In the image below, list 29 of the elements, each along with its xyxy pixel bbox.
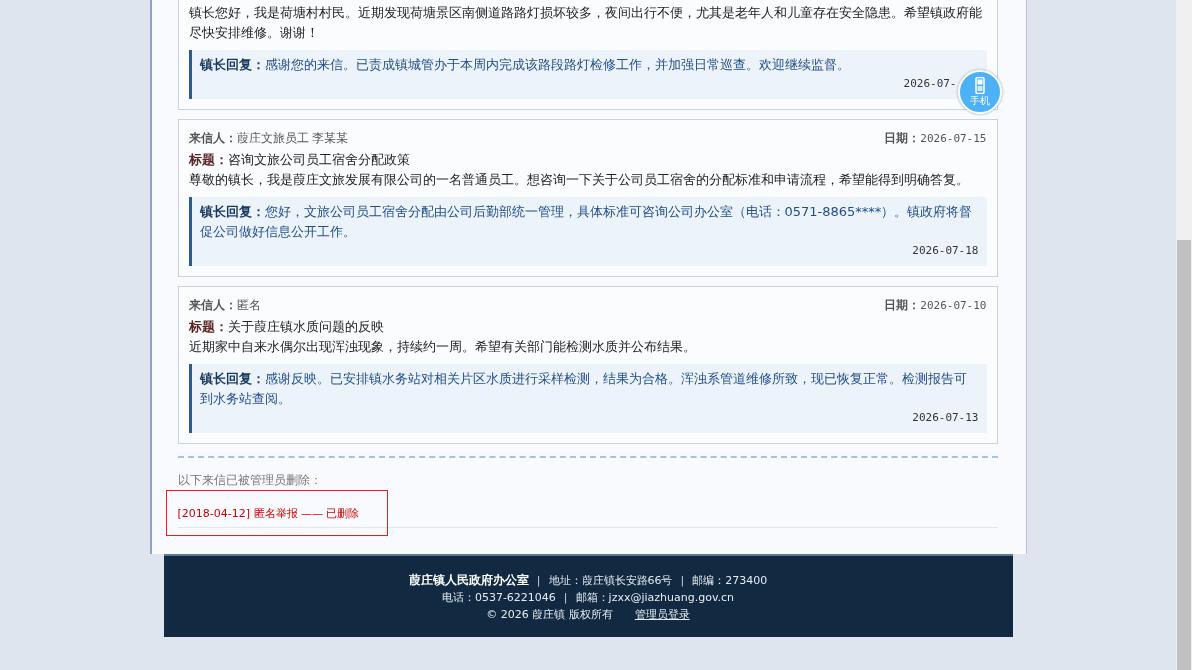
- deleted-letter: [2018-04-12] 匿名举报 —— 已删除: [177, 507, 360, 520]
- letter-body: 近期家中自来水偶尔出现浑浊现象，持续约一周。希望有关部门能检测水质并公布结果。: [188, 338, 697, 356]
- reply-date: 2026-07-18: [912, 244, 979, 257]
- scrollbar-thumb[interactable]: [1177, 240, 1191, 670]
- sender-line: 来信人：葭庄文旅员工 李某某: [188, 129, 349, 147]
- letter-title: 标题：关于葭庄镇水质问题的反映: [188, 318, 385, 336]
- separator: |: [536, 573, 541, 589]
- deleted-heading: 以下来信已被管理员删除：: [177, 472, 323, 488]
- office-name: 葭庄镇人民政府办公室: [408, 572, 529, 589]
- separator: |: [563, 590, 568, 606]
- reply-text: 镇长回复：感谢反映。已安排镇水务站对相关片区水质进行采样检测，结果为合格。浑浊系管道维修所致，现已恢复正常。检测报告可到水务站查阅。: [199, 370, 968, 408]
- phone-icon: [975, 76, 985, 94]
- reply-text: 镇长回复：感谢您的来信。已责成镇城管办于本周内完成该路段路灯检修工作，并加强日常巡查。欢迎继续监督。: [199, 56, 851, 74]
- separator: |: [680, 573, 685, 589]
- letter-body: 尊敬的镇长，我是葭庄文旅发展有限公司的一名普通员工。想咨询一下关于公司员工宿舍的分配标准和申请流程，希望能得到明确答复。: [188, 171, 970, 189]
- footer-text: 地址：葭庄镇长安路66号: [548, 573, 673, 589]
- letter-date: 日期：2026-07-10: [884, 296, 987, 314]
- footer-text: 电话：0537-6221046: [441, 590, 556, 606]
- admin-login-link[interactable]: 管理员登录: [634, 606, 690, 623]
- letter-date: 日期：2026-07-15: [884, 129, 987, 147]
- footer-text: 邮编：273400: [692, 573, 768, 589]
- letter-title: 标题：咨询文旅公司员工宿舍分配政策: [188, 151, 411, 169]
- reply-date: 2026-07-13: [912, 411, 979, 424]
- footer-text: © 2026 葭庄镇 版权所有: [486, 607, 613, 623]
- reply-text: 镇长回复：您好，文旅公司员工宿舍分配由公司后勤部统一管理，具体标准可咨询公司办公室（电话：0571-8865****）。镇政府将督促公司做好信息公开工作。: [199, 203, 974, 241]
- reply-date: 2026-07-: [903, 77, 957, 90]
- sender-line: 来信人：匿名: [188, 296, 261, 314]
- letter-body: 镇长您好，我是荷塘村村民。近期发现荷塘景区南侧道路路灯损坏较多，夜间出行不便，尤其是老年人和儿童存在安全隐患。希望镇政府能尽快安排维修。谢谢！: [188, 4, 983, 42]
- footer-text: 邮箱：jzxx@jiazhuang.gov.cn: [575, 590, 735, 606]
